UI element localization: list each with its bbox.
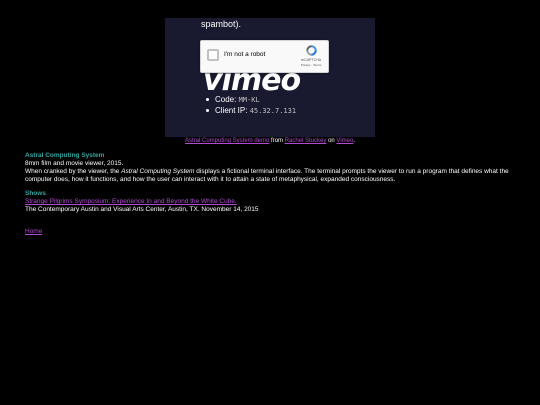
caption-on: on [328, 138, 335, 144]
code-value: MM-KL [238, 96, 260, 104]
caption-from: from [271, 138, 284, 144]
work-medium: 8mm film and movie viewer, 2015. [25, 160, 124, 167]
vimeo-link[interactable]: Vimeo [336, 138, 353, 144]
recaptcha-label: I'm not a robot [224, 51, 266, 58]
block-info-list: Code: MM-KL Client IP: 45.32.7.131 [205, 94, 296, 116]
statement-part-a: When cranked by the viewer, the [25, 168, 120, 175]
recaptcha-checkbox[interactable] [207, 49, 219, 61]
recaptcha-links[interactable]: Privacy - Terms [299, 63, 323, 67]
show-detail: The Contemporary Austin and Visual Arts … [25, 206, 259, 213]
recaptcha-logo: reCAPTCHA Privacy - Terms [299, 44, 323, 67]
work-title: Astral Computing System [25, 152, 105, 159]
show-link[interactable]: Strange Pilgrims Symposium: Experience I… [25, 198, 237, 205]
list-item: Code: MM-KL [205, 94, 296, 105]
recaptcha-icon [305, 45, 317, 56]
shows-section: Shows Strange Pilgrims Symposium: Experi… [25, 190, 525, 214]
work-description: Astral Computing System 8mm film and mov… [25, 152, 525, 184]
code-label: Code: [215, 95, 237, 104]
work-statement: When cranked by the viewer, the Astral C… [25, 168, 525, 184]
client-ip-value: 45.32.7.131 [249, 107, 297, 115]
recaptcha-brand: reCAPTCHA [300, 58, 322, 62]
video-title-link[interactable]: Astral Computing System demo [185, 138, 269, 144]
shows-heading: Shows [25, 190, 46, 197]
client-ip-label: Client IP: [215, 106, 248, 115]
video-embed[interactable]: spambot). vimeo I'm not a robot reCAPTCH… [165, 18, 375, 137]
page: spambot). vimeo I'm not a robot reCAPTCH… [0, 0, 540, 405]
recaptcha-widget[interactable]: I'm not a robot reCAPTCHA Privacy - Term… [200, 40, 329, 73]
author-link[interactable]: Rachel Stuckey [285, 138, 327, 144]
video-cut-text: spambot). [201, 19, 242, 29]
list-item: Client IP: 45.32.7.131 [205, 105, 296, 116]
caption-end: . [353, 138, 355, 144]
home-link[interactable]: Home [25, 228, 42, 235]
statement-emphasis: Astral Computing System [121, 168, 195, 175]
video-caption: Astral Computing System demo from Rachel… [0, 138, 540, 144]
